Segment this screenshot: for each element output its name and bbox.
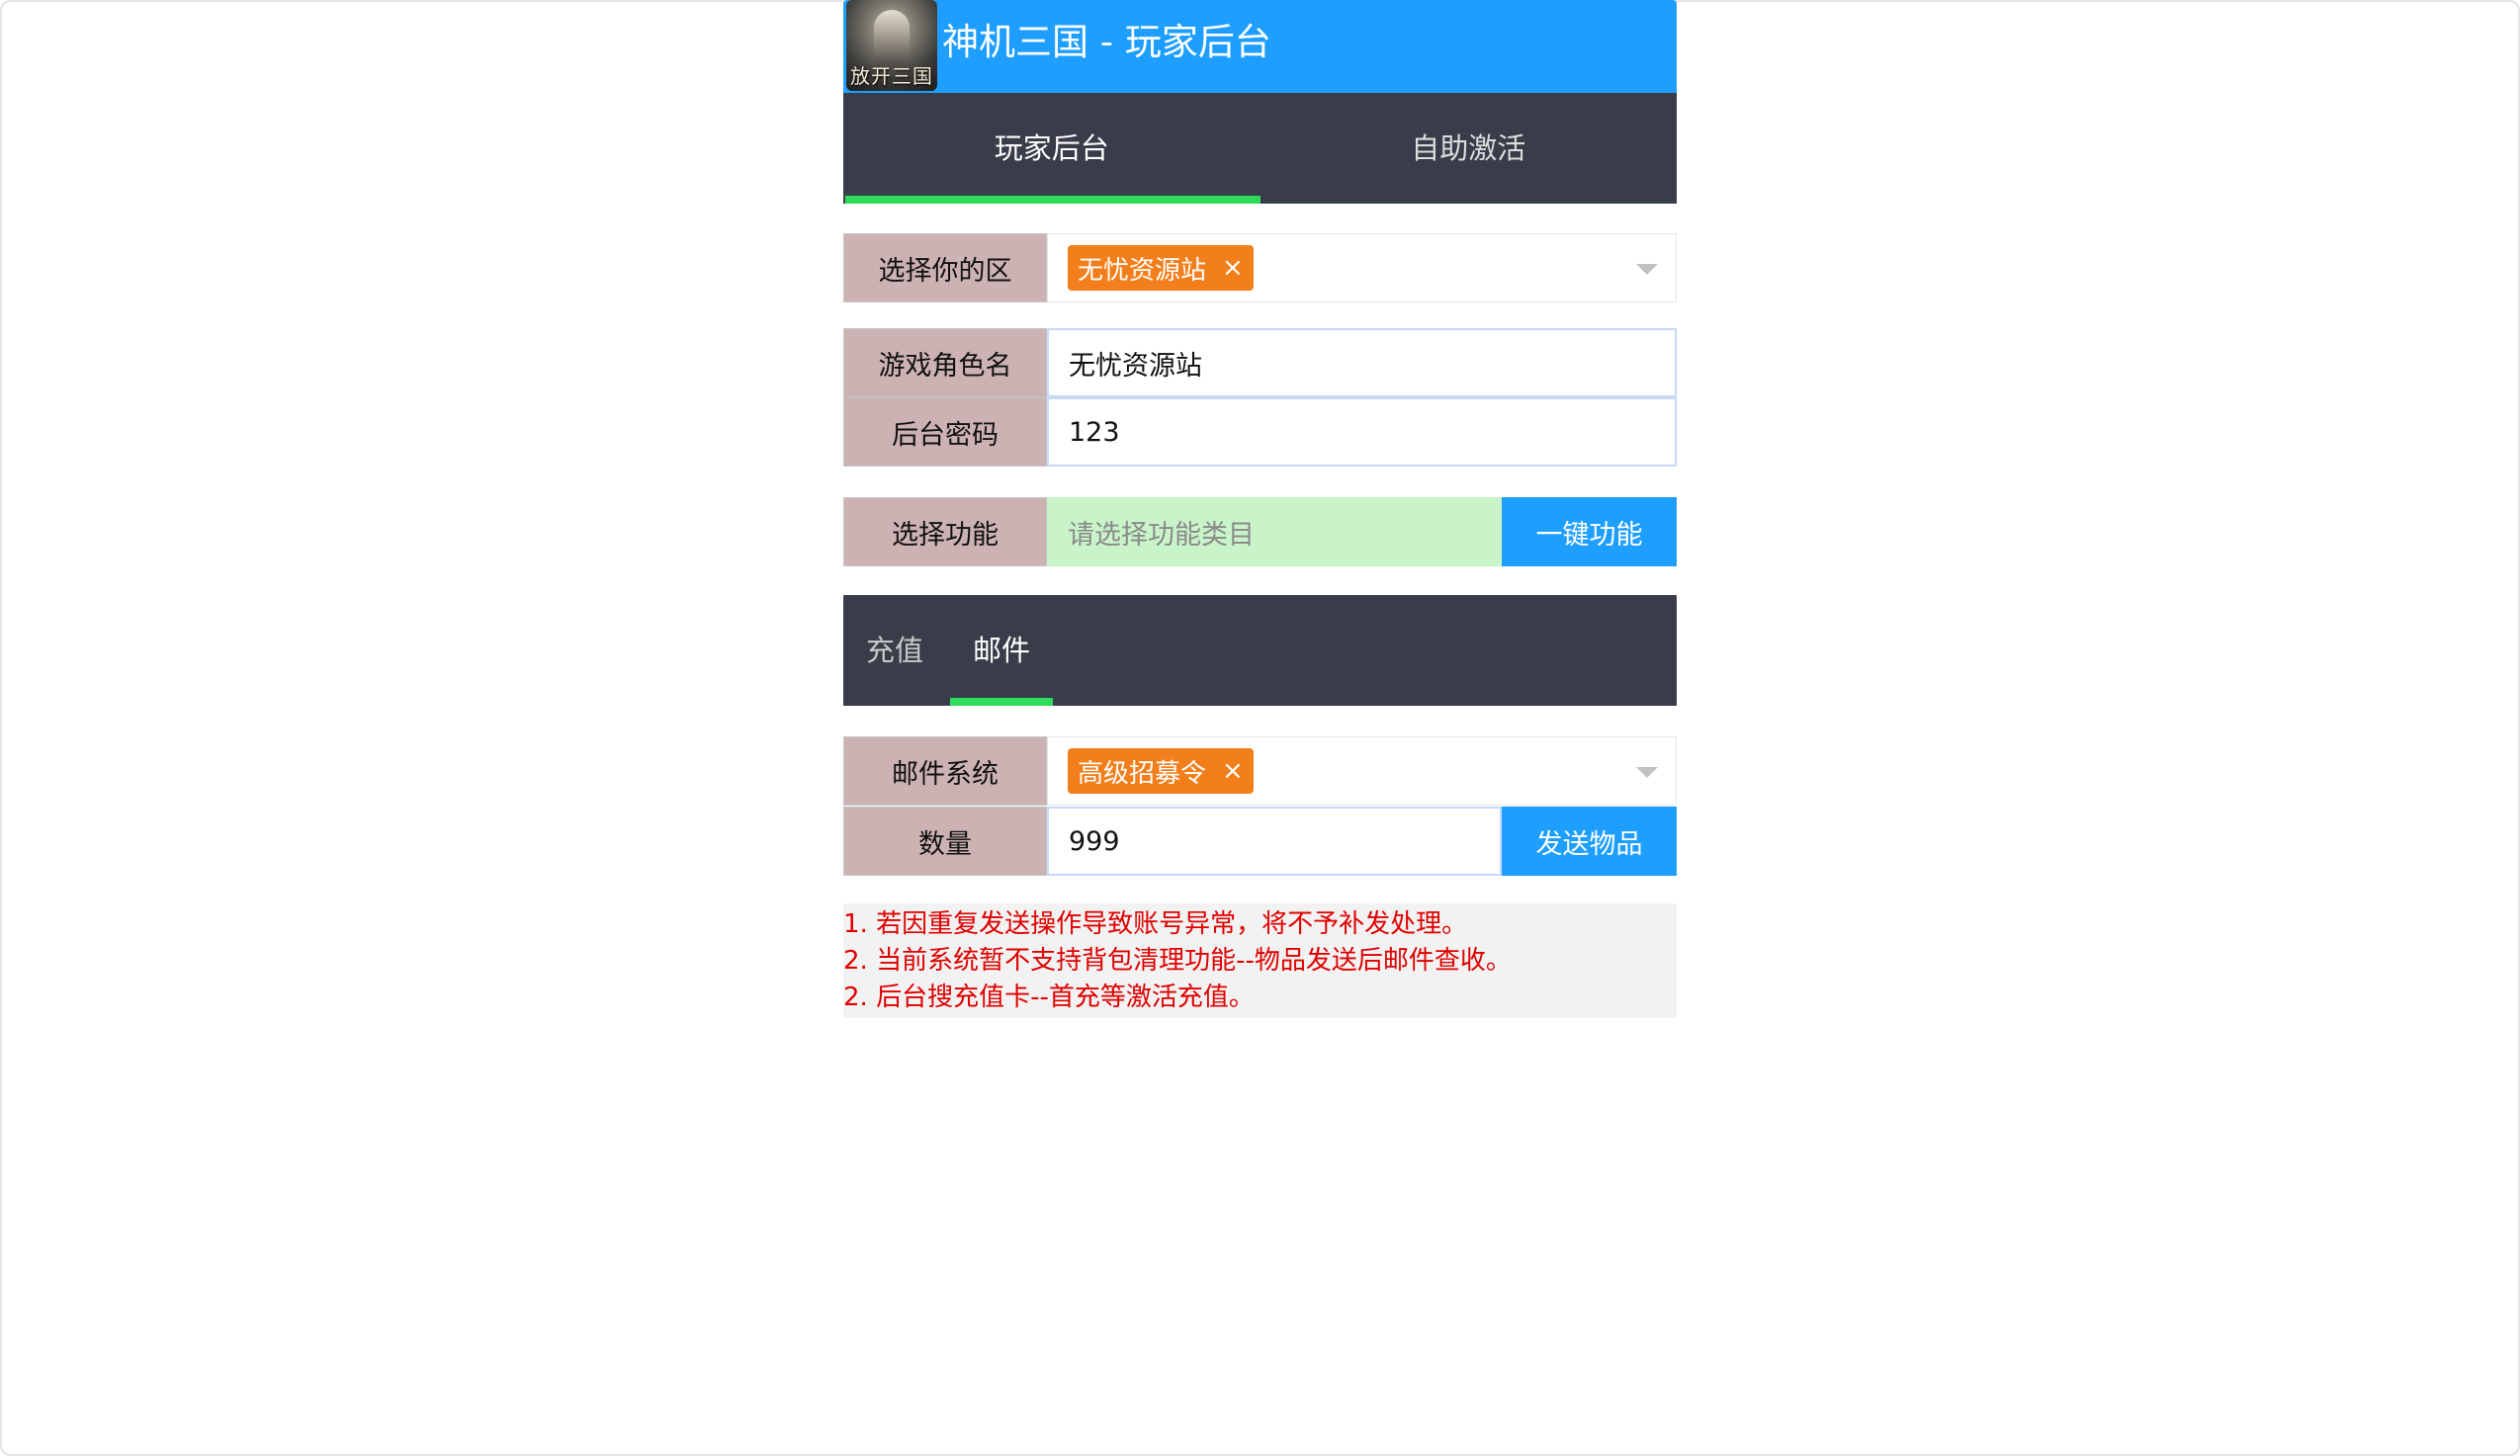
notice-line: 1. 若因重复发送操作导致账号异常，将不予补发处理。 — [843, 909, 1468, 939]
quantity-input[interactable]: 999 — [1047, 807, 1502, 876]
mail-selected-tag: 高级招募令 × — [1068, 748, 1254, 794]
mail-system-row: 邮件系统 高级招募令 × — [843, 736, 1677, 806]
function-row: 选择功能 请选择功能类目 一键功能 — [843, 497, 1677, 566]
tab-mail[interactable]: 邮件 — [950, 595, 1053, 706]
role-name-input[interactable]: 无忧资源站 — [1047, 328, 1677, 397]
server-select[interactable]: 无忧资源站 × — [1047, 233, 1677, 302]
server-select-label: 选择你的区 — [843, 233, 1047, 302]
game-logo: 放开三国 — [846, 0, 937, 91]
server-select-row: 选择你的区 无忧资源站 × — [843, 233, 1677, 302]
logo-text: 放开三国 — [850, 64, 933, 88]
server-tag-label: 无忧资源站 — [1078, 255, 1207, 286]
tab-self-activation[interactable]: 自助激活 — [1260, 93, 1678, 204]
close-icon[interactable]: × — [1222, 253, 1244, 283]
send-items-button[interactable]: 发送物品 — [1502, 807, 1677, 876]
function-label: 选择功能 — [843, 497, 1047, 566]
page-title: 神机三国 - 玩家后台 — [942, 21, 1271, 63]
notice-box: 1. 若因重复发送操作导致账号异常，将不予补发处理。 2. 当前系统暂不支持背包… — [843, 903, 1677, 1018]
main-tab-bar: 玩家后台 自助激活 — [843, 93, 1677, 204]
function-select[interactable]: 请选择功能类目 — [1047, 497, 1502, 566]
mail-tag-label: 高级招募令 — [1078, 758, 1207, 789]
window-frame — [0, 0, 2520, 1456]
password-row: 后台密码 123 — [843, 397, 1677, 467]
one-click-function-button[interactable]: 一键功能 — [1502, 497, 1677, 566]
role-name-label: 游戏角色名 — [843, 328, 1047, 397]
role-name-row: 游戏角色名 无忧资源站 — [843, 328, 1677, 397]
notice-line: 2. 后台搜充值卡--首充等激活充值。 — [843, 983, 1255, 1012]
tab-player-admin[interactable]: 玩家后台 — [843, 93, 1260, 204]
mail-item-select[interactable]: 高级招募令 × — [1047, 736, 1677, 806]
password-input[interactable]: 123 — [1047, 397, 1677, 467]
chevron-down-icon[interactable] — [1636, 264, 1658, 275]
sub-tab-bar: 充值 邮件 — [843, 595, 1677, 706]
chevron-down-icon[interactable] — [1636, 767, 1658, 778]
server-selected-tag: 无忧资源站 × — [1068, 245, 1254, 291]
logo-figure-icon — [874, 10, 910, 67]
tab-recharge[interactable]: 充值 — [855, 595, 934, 706]
quantity-label: 数量 — [843, 807, 1047, 876]
page-header: 放开三国 神机三国 - 玩家后台 — [843, 0, 1677, 93]
password-label: 后台密码 — [843, 397, 1047, 467]
close-icon[interactable]: × — [1222, 756, 1244, 786]
mail-system-label: 邮件系统 — [843, 736, 1047, 806]
quantity-row: 数量 999 发送物品 — [843, 807, 1677, 876]
notice-line: 2. 当前系统暂不支持背包清理功能--物品发送后邮件查收。 — [843, 946, 1512, 976]
